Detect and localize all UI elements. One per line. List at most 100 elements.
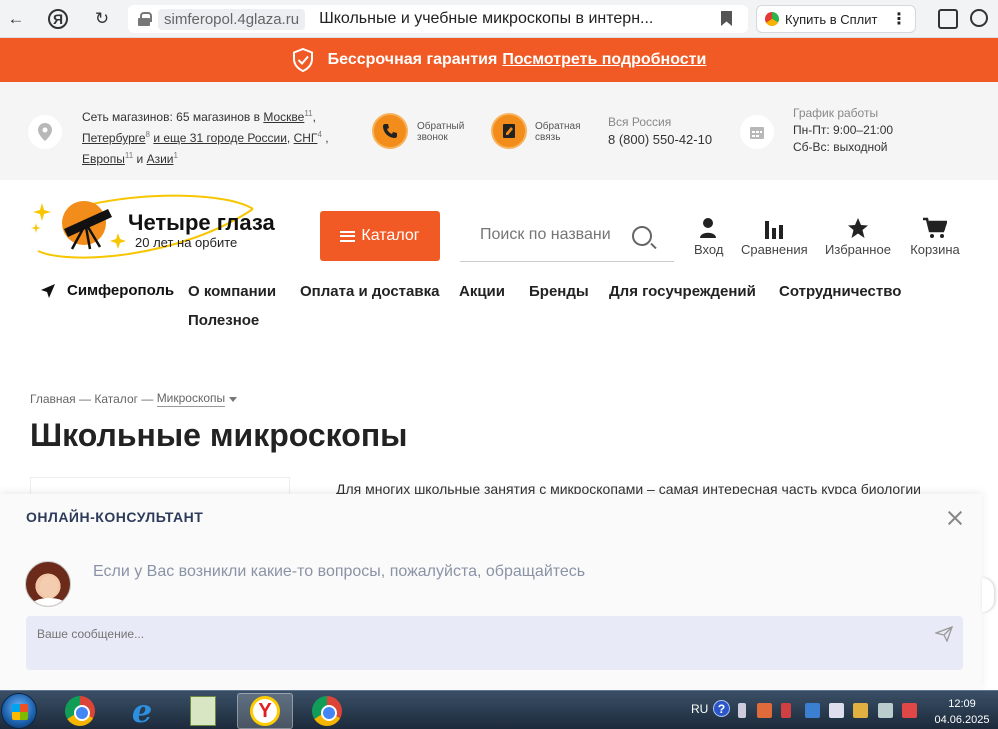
message-input[interactable] [37, 627, 897, 641]
stores-and: и [136, 152, 144, 166]
volume-icon[interactable] [829, 703, 844, 718]
bar-chart-icon [741, 215, 807, 239]
windows-taskbar: e Y RU ? 12:09 04.06.2025 [0, 690, 998, 729]
crumb-sep: — [141, 392, 154, 406]
hours-label: График работы [793, 106, 879, 120]
link-moscow[interactable]: Москве [263, 110, 304, 124]
callback-label[interactable]: Обратный звонок [417, 121, 464, 143]
language-indicator[interactable]: RU [691, 702, 708, 716]
tray-app-icon[interactable] [757, 703, 772, 718]
promo-text: Бессрочная гарантия [327, 51, 498, 68]
clock-time: 12:09 [948, 698, 976, 710]
crumb-microscopes[interactable]: Микроскопы [156, 391, 226, 407]
phone-number[interactable]: 8 (800) 550-42-10 [608, 131, 712, 148]
split-button[interactable]: Купить в Сплит ⋮ [756, 5, 916, 33]
compare-button[interactable]: Сравнения [741, 215, 808, 257]
cis-count: 4 [317, 130, 322, 139]
tray-flag-icon[interactable] [738, 703, 746, 718]
clock-date: 04.06.2025 [934, 714, 990, 726]
chrome-icon [312, 696, 342, 726]
feedback-line2: связь [535, 132, 561, 143]
search-field [460, 214, 674, 262]
search-icon[interactable] [632, 226, 652, 246]
reload-icon[interactable]: ↻ [90, 7, 114, 31]
compare-label: Сравнения [741, 242, 808, 257]
url-domain[interactable]: simferopol.4glaza.ru [158, 8, 306, 30]
taskbar-ie[interactable]: e [114, 692, 170, 729]
breadcrumb: Главная — Каталог — Микроскопы [30, 391, 238, 407]
russia-label: Вся Россия [608, 115, 672, 129]
tray-network-icon[interactable] [805, 703, 820, 718]
tab-title: Школьные и учебные микроскопы в интерн..… [319, 10, 654, 27]
tray-display-icon[interactable] [878, 703, 893, 718]
link-spb[interactable]: Петербурге [82, 131, 146, 145]
profile-icon[interactable] [970, 9, 988, 27]
site-logo[interactable]: Четыре глаза 20 лет на орбите [28, 193, 278, 265]
yandex-browser-icon: Y [250, 696, 280, 726]
close-icon[interactable] [946, 509, 964, 527]
nav-promotions[interactable]: Акции [459, 283, 505, 300]
link-europe[interactable]: Европы [82, 152, 125, 166]
help-icon[interactable]: ? [713, 700, 730, 717]
promo-link[interactable]: Посмотреть подробности [502, 51, 706, 69]
favorites-button[interactable]: Избранное [825, 215, 891, 257]
yandex-icon[interactable]: Я [48, 9, 68, 29]
promo-bar: Бессрочная гарантия Посмотреть подробнос… [0, 38, 998, 82]
store-network: Сеть магазинов: 65 магазинов в Москве11,… [82, 109, 329, 166]
tray-media-icon[interactable] [781, 703, 791, 718]
feedback-icon[interactable] [491, 113, 527, 149]
cart-button[interactable]: Корзина [910, 215, 960, 257]
nav-government[interactable]: Для госучреждений [609, 283, 756, 300]
hours-weekend: Сб-Вс: выходной [793, 140, 888, 154]
nav-brands[interactable]: Бренды [529, 283, 589, 300]
link-more-cities[interactable]: и еще 31 городе России [153, 131, 287, 145]
address-bar[interactable]: simferopol.4glaza.ru Школьные и учебные … [128, 5, 748, 33]
asia-count: 1 [173, 151, 178, 160]
star-icon [825, 215, 891, 239]
link-asia[interactable]: Азии [147, 152, 174, 166]
extensions-icon[interactable] [938, 9, 958, 29]
side-widget-tab[interactable] [982, 578, 994, 612]
crumb-sep: — [79, 392, 92, 406]
chevron-down-icon[interactable] [229, 396, 238, 402]
taskbar-notepad[interactable] [175, 693, 231, 729]
catalog-button[interactable]: Каталог [320, 211, 440, 261]
login-label: Вход [694, 242, 724, 257]
system-clock[interactable]: 12:09 04.06.2025 [930, 696, 994, 728]
feedback-label[interactable]: Обратная связь [535, 121, 581, 143]
nav-cooperation[interactable]: Сотрудничество [779, 283, 901, 300]
shield-icon [292, 47, 314, 73]
link-cis[interactable]: СНГ [294, 131, 318, 145]
taskbar-yandex[interactable]: Y [237, 693, 293, 729]
europe-count: 11 [124, 151, 134, 160]
internet-explorer-icon: e [131, 692, 153, 729]
bookmark-icon[interactable] [721, 11, 732, 26]
taskbar-chrome-e[interactable] [52, 693, 108, 729]
crumb-catalog[interactable]: Каталог [94, 392, 138, 406]
cart-label: Корзина [910, 242, 960, 257]
phone-icon[interactable] [372, 113, 408, 149]
more-icon[interactable]: ⋮ [891, 9, 907, 29]
message-box [26, 616, 963, 670]
send-icon[interactable] [935, 626, 953, 642]
lock-icon [138, 12, 152, 26]
online-consultant-widget: ОНЛАЙН-КОНСУЛЬТАНТ Если у Вас возникли к… [0, 494, 982, 690]
logo-name: Четыре глаза [128, 210, 275, 235]
login-button[interactable]: Вход [694, 215, 724, 257]
search-input[interactable] [480, 226, 622, 244]
nav-useful[interactable]: Полезное [188, 312, 259, 329]
start-button[interactable] [1, 693, 37, 729]
tray-action-center-icon[interactable] [902, 703, 917, 718]
city-selector[interactable]: Симферополь [40, 282, 174, 299]
chat-greeting: Если у Вас возникли какие-то вопросы, по… [93, 563, 586, 580]
stores-prefix: Сеть магазинов: 65 магазинов в [82, 110, 264, 124]
crumb-home[interactable]: Главная [30, 392, 76, 406]
nav-about[interactable]: О компании [188, 283, 276, 300]
tray-update-icon[interactable] [853, 703, 868, 718]
nav-payment-delivery[interactable]: Оплата и доставка [300, 283, 439, 300]
work-hours: График работы Пн-Пт: 9:00–21:00 Сб-Вс: в… [793, 105, 893, 156]
back-icon[interactable]: ← [4, 7, 28, 31]
callback-line2: звонок [417, 132, 448, 143]
page-title: Школьные микроскопы [30, 417, 408, 453]
taskbar-chrome[interactable] [299, 693, 355, 729]
